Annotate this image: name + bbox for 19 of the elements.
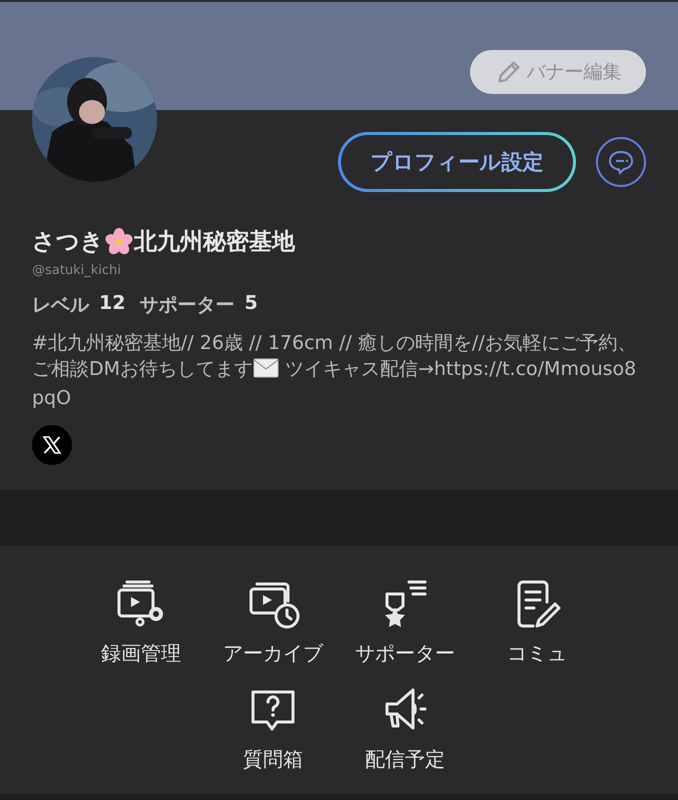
stat-value: 5 — [244, 292, 258, 316]
stat-label: レベル — [32, 293, 89, 318]
menu-item[interactable]: 質問箱 — [207, 680, 339, 786]
x-logo-icon — [41, 434, 63, 456]
chat-button[interactable] — [596, 137, 646, 187]
stat-label: サポーター — [139, 293, 234, 318]
menu-item[interactable]: サポーター — [339, 574, 471, 680]
envelope-icon — [253, 358, 280, 378]
x-link-button[interactable] — [32, 425, 72, 465]
bio-text: #北九州秘密基地// 26歳 // 176cm // 癒しの時間を//お気軽にご予約、ご相談DMお待ちしてます ツイキャス配信→https://t.co/Mmouso8pqO — [32, 331, 638, 411]
stat-value: 12 — [99, 292, 126, 316]
menu-item[interactable]: アーカイブ — [207, 574, 339, 680]
menu-item[interactable]: コミュ — [471, 574, 603, 680]
profile-name: さつき — [32, 228, 104, 257]
flower-icon — [104, 226, 134, 256]
user-handle: @satuki_kichi — [32, 263, 122, 278]
menu-item[interactable]: 録画管理 — [75, 574, 207, 680]
menu-item[interactable]: 配信予定 — [339, 680, 471, 786]
profile-name: 北九州秘密基地 — [134, 228, 295, 257]
